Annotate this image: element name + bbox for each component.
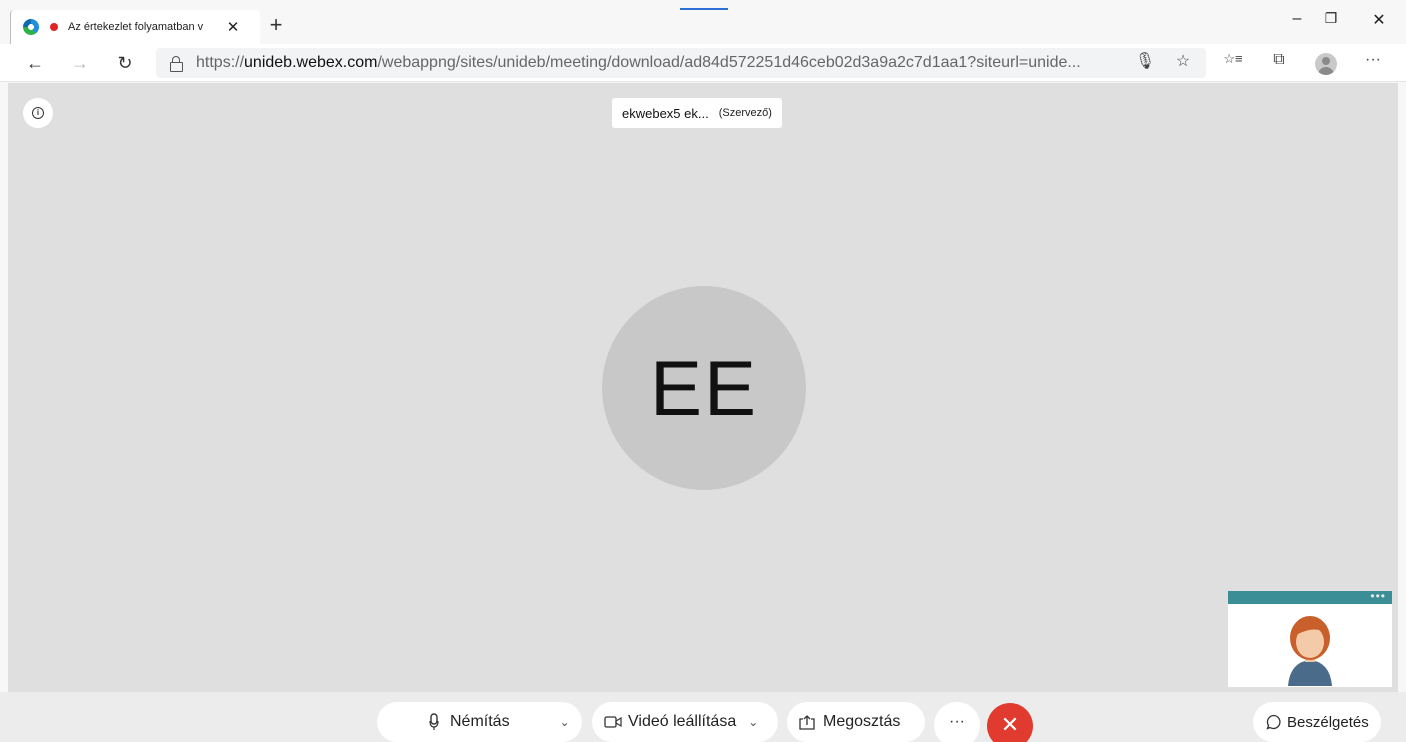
browser-window: Az értekezlet folyamatban v ✕ + – ❐ ✕ ← … [0, 0, 1406, 742]
more-options-button[interactable]: ··· [934, 702, 980, 742]
browser-tab[interactable]: Az értekezlet folyamatban v ✕ [10, 10, 260, 44]
leave-meeting-button[interactable]: ✕ [987, 703, 1033, 742]
participant-avatar: EE [602, 286, 806, 490]
collections-icon[interactable]: ⧉ [1268, 51, 1290, 69]
refresh-button[interactable]: ↻ [113, 51, 137, 75]
microphone-permission-icon[interactable]: 🎙 [1134, 51, 1156, 71]
browser-menu-icon[interactable]: ··· [1362, 51, 1384, 69]
minimize-button[interactable]: – [1282, 10, 1312, 28]
tab-title: Az értekezlet folyamatban v [68, 21, 204, 33]
share-label: Megosztás [823, 713, 901, 730]
mute-button[interactable]: Némítás ⌄ [377, 702, 582, 742]
info-icon: i [32, 107, 44, 119]
url-host: unideb.webex.com [244, 54, 378, 71]
webex-favicon-icon [23, 19, 39, 35]
share-screen-icon [799, 714, 815, 730]
address-bar[interactable]: https://unideb.webex.com/webappng/sites/… [156, 48, 1206, 78]
chat-label: Beszélgetés [1287, 713, 1369, 731]
meeting-controls: Némítás ⌄ Videó leállítása ⌄ Megosztás ·… [0, 692, 1406, 742]
navigation-bar: ← → ↻ https://unideb.webex.com/webappng/… [0, 44, 1406, 82]
back-button[interactable]: ← [23, 51, 47, 75]
video-camera-icon [604, 716, 622, 728]
url-path: /webappng/sites/unideb/meeting/download/… [377, 54, 1081, 71]
self-view-menu-icon[interactable]: ••• [1370, 590, 1386, 602]
mute-label: Némítás [450, 713, 510, 730]
share-button[interactable]: Megosztás [787, 702, 925, 742]
lock-icon[interactable] [170, 56, 183, 72]
url-text[interactable]: https://unideb.webex.com/webappng/sites/… [196, 54, 1081, 72]
mute-options-chevron-icon[interactable]: ⌄ [560, 715, 570, 729]
forward-button[interactable]: → [68, 51, 92, 75]
video-options-chevron-icon[interactable]: ⌄ [748, 715, 758, 729]
meeting-stage: i ekwebex5 ek... (Szervező) EE ••• [8, 83, 1398, 692]
stop-video-label: Videó leállítása [628, 713, 737, 730]
stop-video-button[interactable]: Videó leállítása ⌄ [592, 702, 778, 742]
window-close-button[interactable]: ✕ [1364, 10, 1394, 30]
self-view-panel[interactable]: ••• [1228, 590, 1392, 687]
profile-avatar-icon[interactable] [1315, 53, 1337, 75]
tab-drag-indicator [680, 8, 728, 10]
url-prefix: https:// [196, 54, 245, 71]
microphone-icon [429, 713, 439, 730]
self-view-header: ••• [1228, 590, 1392, 604]
chat-bubble-icon [1266, 714, 1281, 730]
restore-button[interactable]: ❐ [1316, 10, 1346, 27]
participant-name: ekwebex5 ek... [622, 105, 709, 121]
recording-dot-icon [50, 23, 58, 31]
self-view-person-icon [1288, 616, 1332, 686]
new-tab-button[interactable]: + [265, 12, 287, 38]
participant-name-tag: ekwebex5 ek... (Szervező) [612, 98, 782, 128]
tab-close-icon[interactable]: ✕ [224, 18, 242, 36]
chat-button[interactable]: Beszélgetés [1253, 702, 1381, 742]
meeting-info-button[interactable]: i [23, 98, 53, 128]
favorites-icon[interactable]: ☆≡ [1222, 51, 1244, 67]
tab-bar: Az értekezlet folyamatban v ✕ + – ❐ ✕ [0, 0, 1406, 44]
participant-role: (Szervező) [718, 107, 772, 119]
add-favorite-icon[interactable]: ☆ [1172, 51, 1194, 71]
